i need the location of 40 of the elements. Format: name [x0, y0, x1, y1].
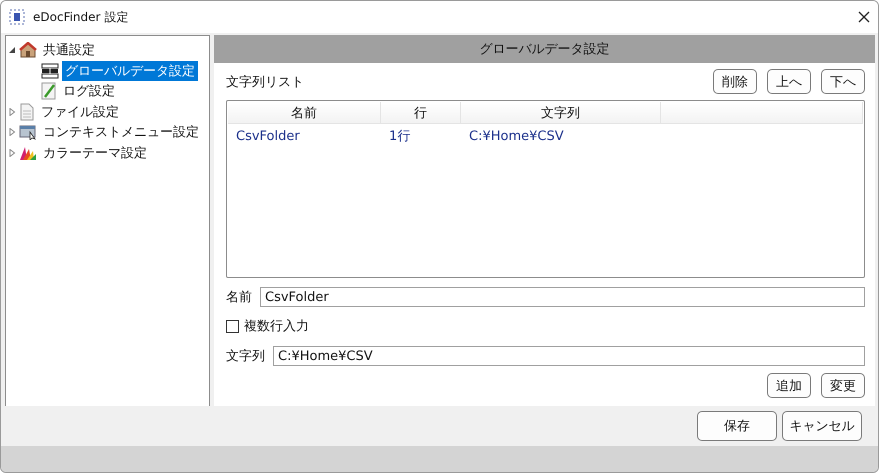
footer-button[interactable]: キャンセル [782, 411, 862, 441]
window-title: eDocFinder 設定 [33, 8, 130, 26]
list-button[interactable]: 削除 [713, 69, 757, 94]
string-label: 文字列 [226, 348, 265, 365]
table-cell-text: CsvFolder [235, 128, 301, 144]
tree-item[interactable]: 共通設定 [40, 40, 98, 60]
column-header[interactable]: 行 [381, 102, 461, 123]
name-label: 名前 [226, 289, 252, 306]
table-cell-text: C:¥Home¥CSV [468, 128, 565, 144]
list-button[interactable]: 下へ [821, 69, 865, 94]
column-header[interactable]: 文字列 [461, 102, 661, 123]
edit-button[interactable]: 追加 [767, 373, 811, 398]
tree-item[interactable]: ログ設定 [60, 81, 118, 102]
expanded-arrow-icon[interactable] [8, 46, 16, 54]
app-icon [9, 9, 25, 25]
footer-button[interactable]: 保存 [697, 411, 777, 441]
close-icon[interactable] [858, 11, 870, 23]
notepad-pen-icon [41, 82, 57, 100]
document-icon [19, 102, 35, 121]
string-field[interactable]: C:¥Home¥CSV [273, 346, 865, 366]
context-menu-icon [19, 124, 37, 140]
tree-item[interactable]: グローバルデータ設定 [62, 60, 198, 81]
edit-button[interactable]: 変更 [821, 373, 865, 398]
collapsed-arrow-icon[interactable] [8, 148, 16, 157]
column-header[interactable]: 名前 [228, 102, 381, 123]
tree-item[interactable]: コンテキストメニュー設定 [40, 122, 202, 142]
house-icon [19, 42, 37, 58]
tree-item[interactable]: ファイル設定 [38, 102, 122, 122]
list-label: 文字列リスト [226, 74, 305, 90]
multiline-checkbox[interactable] [226, 320, 239, 332]
color-palette-icon [19, 144, 37, 161]
collapsed-arrow-icon[interactable] [8, 108, 16, 116]
table-cell-text: 1行 [388, 128, 412, 145]
collapsed-arrow-icon[interactable] [8, 128, 16, 136]
table-icon [41, 62, 59, 79]
tree-item[interactable]: カラーテーマ設定 [40, 142, 150, 163]
multiline-label: 複数行入力 [244, 318, 309, 335]
list-button[interactable]: 上へ [767, 69, 811, 94]
name-field[interactable]: CsvFolder [260, 287, 865, 307]
panel-title: グローバルデータ設定 [480, 41, 610, 58]
